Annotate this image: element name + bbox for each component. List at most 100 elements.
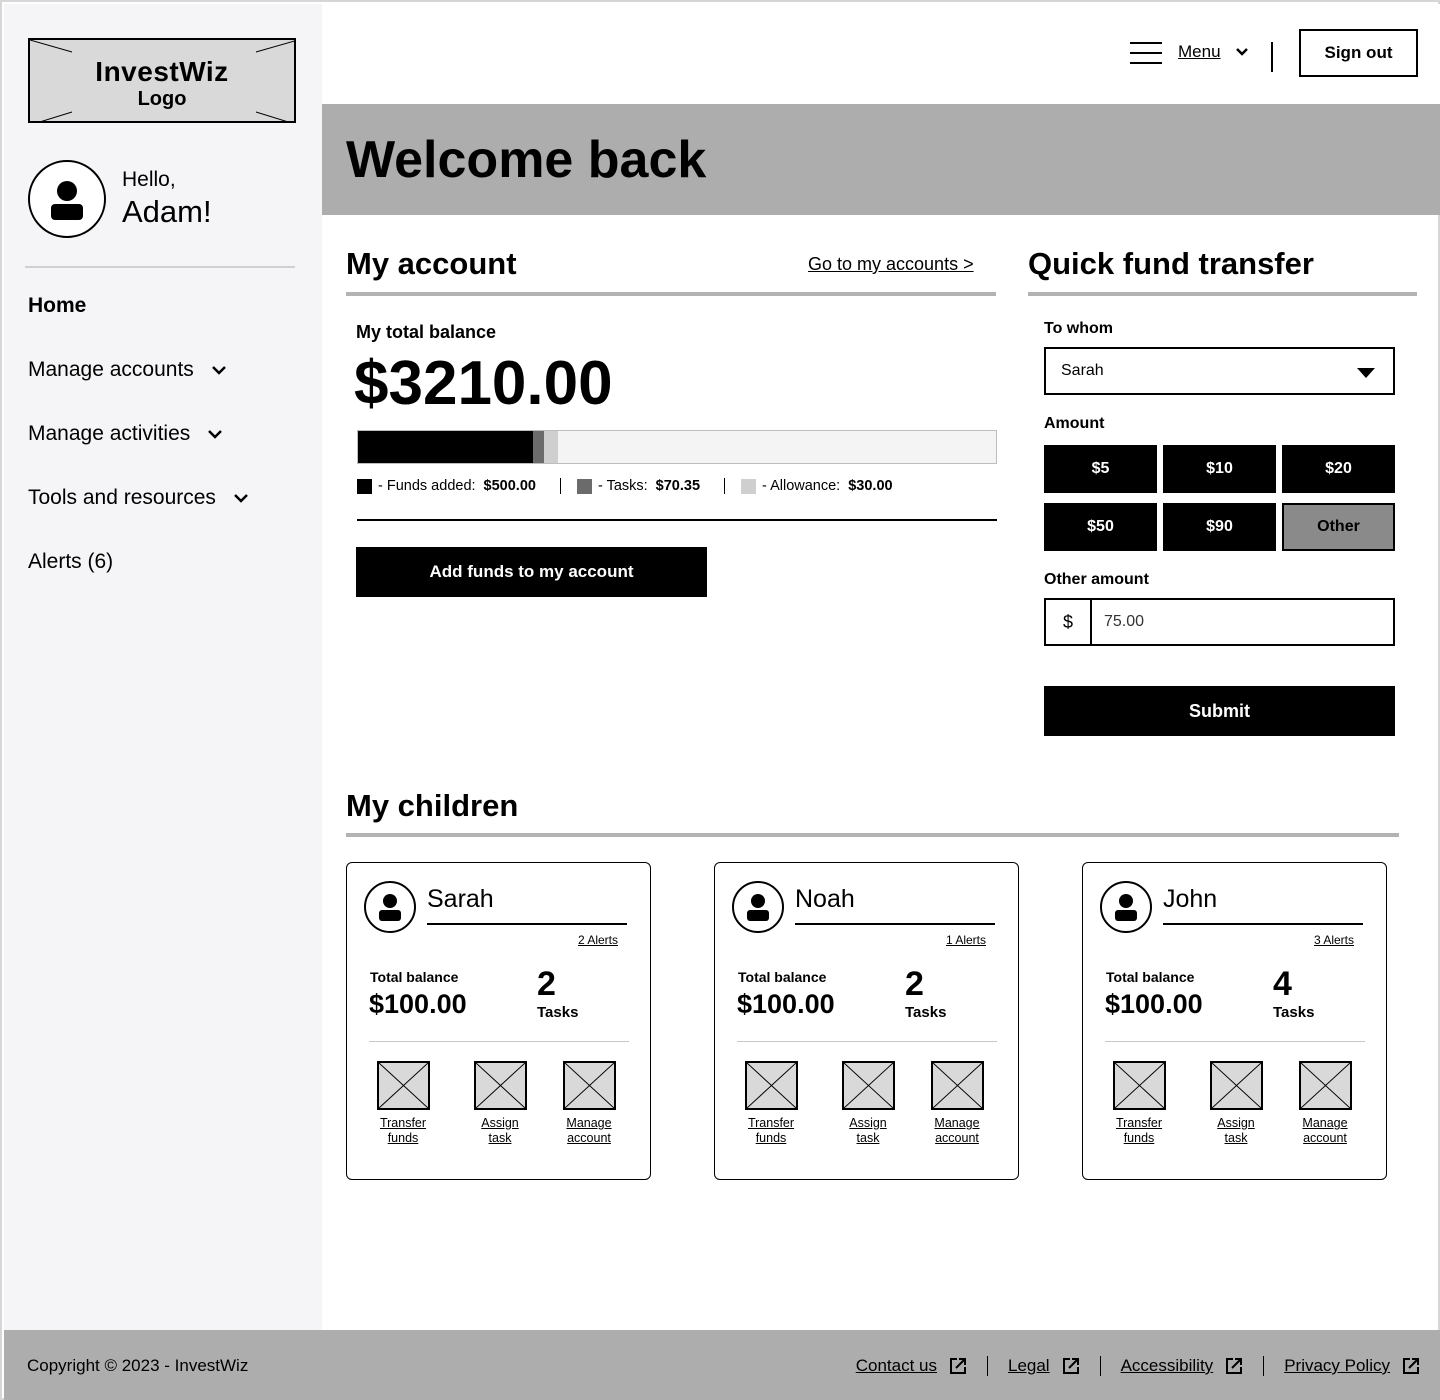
currency-prefix: $ [1046, 600, 1092, 644]
legend-separator [724, 478, 726, 494]
balance-legend: - Funds added: $500.00 - Tasks: $70.35 -… [357, 478, 893, 494]
other-amount-label: Other amount [1044, 571, 1149, 588]
chevron-down-icon [208, 430, 223, 439]
amount-5-button[interactable]: $5 [1044, 445, 1157, 493]
nav-manage-activities[interactable]: Manage activities [28, 422, 224, 446]
other-amount-input[interactable] [1094, 600, 1392, 644]
footer-separator [986, 1356, 988, 1376]
footer-link-legal[interactable]: Legal [1008, 1356, 1080, 1376]
nav-tools[interactable]: Tools and resources [28, 486, 250, 510]
child-balance-label: Total balance [1106, 969, 1195, 985]
total-balance-label: My total balance [356, 322, 497, 342]
sign-out-button[interactable]: Sign out [1299, 29, 1418, 77]
transfer-funds-action[interactable]: Transfer funds [731, 1061, 811, 1146]
footer-link-privacy[interactable]: Privacy Policy [1284, 1356, 1420, 1376]
add-funds-button[interactable]: Add funds to my account [356, 547, 707, 597]
external-link-icon [1403, 1358, 1419, 1374]
user-icon [1115, 894, 1137, 921]
logo[interactable]: InvestWiz Logo [28, 38, 296, 123]
action-label-line2: funds [755, 1131, 787, 1145]
amount-90-button[interactable]: $90 [1163, 503, 1276, 551]
child-avatar[interactable] [732, 881, 784, 933]
nav-alerts[interactable]: Alerts (6) [28, 550, 113, 574]
child-balance-label: Total balance [370, 969, 459, 985]
amount-other-button[interactable]: Other [1282, 503, 1395, 551]
footer: Copyright © 2023 - InvestWiz Contact us … [4, 1330, 1440, 1400]
to-whom-label: To whom [1044, 320, 1114, 337]
submit-button[interactable]: Submit [1044, 686, 1395, 736]
child-card-divider [1105, 1041, 1365, 1042]
header-separator [1271, 42, 1273, 72]
child-alerts-link[interactable]: 1 Alerts [946, 933, 986, 947]
caret-down-icon [1357, 368, 1375, 378]
menu-dropdown[interactable]: Menu [1178, 42, 1249, 62]
recipient-select[interactable]: Sarah [1044, 347, 1395, 395]
assign-task-action[interactable]: Assign task [828, 1061, 908, 1146]
image-placeholder-icon [746, 1063, 796, 1108]
child-task-count: 2 [905, 965, 924, 1003]
amount-label: Amount [1044, 415, 1105, 432]
footer-link-label: Privacy Policy [1284, 1356, 1390, 1375]
manage-account-action[interactable]: Manage account [917, 1061, 997, 1146]
other-amount-field[interactable]: $ [1044, 598, 1395, 646]
action-image [841, 1061, 895, 1110]
image-placeholder-icon [1300, 1063, 1350, 1108]
nav-manage-accounts[interactable]: Manage accounts [28, 358, 228, 382]
assign-task-action[interactable]: Assign task [1196, 1061, 1276, 1146]
child-name: Noah [795, 885, 855, 913]
manage-account-action[interactable]: Manage account [1285, 1061, 1365, 1146]
footer-link-accessibility[interactable]: Accessibility [1121, 1356, 1244, 1376]
image-placeholder-icon [1114, 1063, 1164, 1108]
child-tasks-label: Tasks [905, 1004, 947, 1021]
action-label-line1: Transfer [747, 1116, 795, 1130]
child-balance-value: $100.00 [737, 989, 835, 1019]
action-label-line1: Assign [1217, 1116, 1255, 1130]
amount-10-button[interactable]: $10 [1163, 445, 1276, 493]
action-label-line1: Manage [934, 1116, 980, 1130]
transfer-funds-action[interactable]: Transfer funds [363, 1061, 443, 1146]
image-placeholder-icon [564, 1063, 614, 1108]
assign-task-action[interactable]: Assign task [460, 1061, 540, 1146]
action-label: Transfer funds [1099, 1116, 1179, 1146]
logo-subtitle: Logo [137, 88, 187, 110]
external-link-icon [1226, 1358, 1243, 1374]
page-title: Welcome back [346, 131, 707, 189]
welcome-banner: Welcome back [322, 104, 1440, 215]
action-image [562, 1061, 616, 1110]
child-name-rule [427, 923, 627, 925]
action-label: Manage account [917, 1116, 997, 1146]
legend-value-funds: $500.00 [483, 478, 536, 494]
amount-20-button[interactable]: $20 [1282, 445, 1395, 493]
legend-value-tasks: $70.35 [655, 478, 701, 494]
user-avatar[interactable] [28, 160, 106, 238]
account-divider [357, 519, 997, 521]
child-name: John [1163, 885, 1218, 913]
child-alerts-link[interactable]: 3 Alerts [1314, 933, 1354, 947]
action-label-line1: Transfer [379, 1116, 427, 1130]
go-to-accounts-link[interactable]: Go to my accounts > [808, 254, 974, 275]
child-tasks-label: Tasks [537, 1004, 579, 1021]
legend-swatch-tasks [576, 478, 592, 494]
action-label: Assign task [1196, 1116, 1276, 1146]
action-label-line2: account [935, 1131, 979, 1145]
footer-link-contact[interactable]: Contact us [856, 1356, 967, 1376]
my-children-title: My children [346, 788, 519, 823]
bar-segment-tasks [533, 431, 544, 463]
user-icon [51, 181, 83, 220]
manage-account-action[interactable]: Manage account [549, 1061, 629, 1146]
transfer-funds-action[interactable]: Transfer funds [1099, 1061, 1179, 1146]
hamburger-icon[interactable] [1130, 41, 1162, 65]
image-placeholder-icon [475, 1063, 525, 1108]
action-label: Assign task [460, 1116, 540, 1146]
amount-50-button[interactable]: $50 [1044, 503, 1157, 551]
child-avatar[interactable] [364, 881, 416, 933]
child-avatar[interactable] [1100, 881, 1152, 933]
action-image [376, 1061, 430, 1110]
nav-home[interactable]: Home [28, 294, 86, 318]
action-label-line2: account [567, 1131, 611, 1145]
user-icon [379, 894, 401, 921]
child-task-count: 2 [537, 965, 556, 1003]
balance-breakdown-bar [357, 430, 997, 464]
child-alerts-link[interactable]: 2 Alerts [578, 933, 618, 947]
menu-label: Menu [1178, 42, 1221, 61]
